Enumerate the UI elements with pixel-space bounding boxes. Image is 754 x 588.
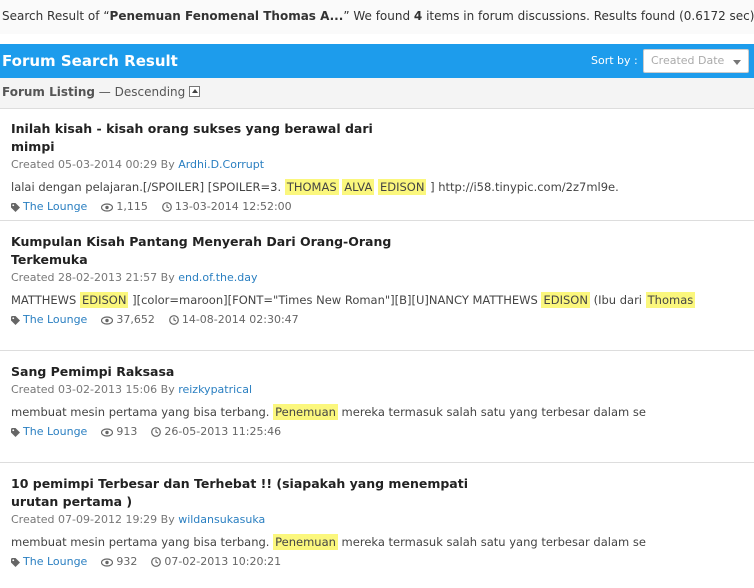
- listing-bar: Forum Listing — Descending: [0, 78, 754, 109]
- result-views: 932: [116, 555, 138, 568]
- snippet-text: MATTHEWS: [11, 293, 80, 307]
- highlight-term: EDISON: [79, 292, 129, 308]
- result-forum-link[interactable]: The Lounge: [23, 424, 87, 440]
- snippet-text: membuat mesin pertama yang bisa terbang.: [11, 405, 274, 419]
- tag-icon: [11, 557, 20, 567]
- result-title[interactable]: 10 pemimpi Terbesar dan Terhebat !! (sia…: [11, 475, 471, 511]
- summary-query: Penemuan Fenomenal Thomas A...: [109, 9, 344, 23]
- result-created: Created 07-09-2012 19:29 By: [11, 513, 179, 526]
- summary-mid: ” We found: [343, 9, 414, 23]
- snippet-text: ] http://i58.tinypic.com/2z7ml9e.: [426, 180, 619, 194]
- result-author[interactable]: reizkypatrical: [178, 383, 252, 396]
- result-last-post: 13-03-2014 12:52:00: [174, 200, 292, 213]
- eye-icon: [101, 557, 114, 567]
- result-created: Created 03-02-2013 15:06 By: [11, 383, 179, 396]
- sort-toggle-button[interactable]: [189, 86, 200, 97]
- result-snippet: MATTHEWS EDISON ][color=maroon][FONT="Ti…: [11, 291, 746, 309]
- eye-icon: [101, 202, 114, 212]
- clock-icon: [168, 315, 179, 325]
- clock-icon: [151, 427, 162, 437]
- result-last-post: 26-05-2013 11:25:46: [164, 425, 282, 438]
- result-author[interactable]: end.of.the.day: [178, 271, 257, 284]
- snippet-text: ][color=maroon][FONT="Times New Roman"][…: [128, 293, 542, 307]
- clock-icon: [151, 557, 162, 567]
- result-author[interactable]: Ardhi.D.Corrupt: [178, 158, 264, 171]
- result-item: 10 pemimpi Terbesar dan Terhebat !! (sia…: [0, 463, 754, 587]
- result-forum-link[interactable]: The Lounge: [23, 554, 87, 570]
- result-created: Created 28-02-2013 21:57 By: [11, 271, 179, 284]
- result-views: 1,115: [116, 200, 148, 213]
- result-snippet: membuat mesin pertama yang bisa terbang.…: [11, 533, 746, 551]
- tag-icon: [11, 427, 20, 437]
- sort-select[interactable]: Created Date: [643, 49, 749, 73]
- result-meta: Created 05-03-2014 00:29 By Ardhi.D.Corr…: [11, 157, 754, 173]
- highlight-term: EDISON: [377, 179, 427, 195]
- snippet-text: membuat mesin pertama yang bisa terbang.: [11, 535, 274, 549]
- tag-icon: [11, 315, 20, 325]
- result-title[interactable]: Kumpulan Kisah Pantang Menyerah Dari Ora…: [11, 233, 411, 269]
- result-item: Inilah kisah - kisah orang sukses yang b…: [0, 109, 754, 221]
- highlight-term: Penemuan: [273, 534, 338, 550]
- result-item: Sang Pemimpi Raksasa Created 03-02-2013 …: [0, 351, 754, 463]
- result-stats: The Lounge 37,652 14-08-2014 02:30:47: [11, 312, 754, 328]
- snippet-text: mereka termasuk salah satu yang terbesar…: [337, 405, 646, 419]
- result-last-post: 14-08-2014 02:30:47: [181, 313, 299, 326]
- summary-prefix: Search Result of “: [2, 9, 110, 23]
- result-meta: Created 03-02-2013 15:06 By reizkypatric…: [11, 382, 754, 398]
- eye-icon: [101, 427, 114, 437]
- summary-suffix: items in forum discussions. Results foun…: [422, 9, 754, 23]
- result-list: Inilah kisah - kisah orang sukses yang b…: [0, 109, 754, 587]
- search-summary: Search Result of “Penemuan Fenomenal Tho…: [0, 0, 754, 34]
- result-item: Kumpulan Kisah Pantang Menyerah Dari Ora…: [0, 221, 754, 351]
- clock-icon: [161, 202, 172, 212]
- highlight-term: ALVA: [342, 179, 375, 195]
- result-author[interactable]: wildansukasuka: [178, 513, 265, 526]
- forum-search-header: Forum Search Result Sort by : Created Da…: [0, 44, 754, 78]
- result-created: Created 05-03-2014 00:29 By: [11, 158, 179, 171]
- result-views: 913: [116, 425, 138, 438]
- eye-icon: [101, 315, 114, 325]
- result-title[interactable]: Sang Pemimpi Raksasa: [11, 363, 411, 381]
- highlight-term: Penemuan: [273, 404, 338, 420]
- snippet-text: mereka termasuk salah satu yang terbesar…: [337, 535, 646, 549]
- highlight-term: EDISON: [541, 292, 590, 308]
- result-meta: Created 28-02-2013 21:57 By end.of.the.d…: [11, 270, 754, 286]
- result-title[interactable]: Inilah kisah - kisah orang sukses yang b…: [11, 120, 411, 156]
- result-stats: The Lounge 913 26-05-2013 11:25:46: [11, 424, 754, 440]
- highlight-term: THOMAS: [284, 179, 339, 195]
- result-snippet: lalai dengan pelajaran.[/SPOILER] [SPOIL…: [11, 178, 746, 196]
- result-stats: The Lounge 1,115 13-03-2014 12:52:00: [11, 199, 754, 215]
- snippet-text: lalai dengan pelajaran.[/SPOILER] [SPOIL…: [11, 180, 285, 194]
- result-meta: Created 07-09-2012 19:29 By wildansukasu…: [11, 512, 754, 528]
- result-last-post: 07-02-2013 10:20:21: [164, 555, 282, 568]
- result-snippet: membuat mesin pertama yang bisa terbang.…: [11, 403, 746, 421]
- highlight-term: Thomas: [645, 292, 696, 308]
- page-title: Forum Search Result: [2, 52, 178, 70]
- result-forum-link[interactable]: The Lounge: [23, 312, 87, 328]
- result-views: 37,652: [116, 313, 155, 326]
- sort-label: Sort by :: [591, 54, 638, 67]
- listing-label: Forum Listing: [2, 85, 95, 99]
- chevron-down-icon: [733, 60, 741, 65]
- snippet-text: (Ibu dari: [589, 293, 646, 307]
- sort-select-value: Created Date: [651, 54, 725, 67]
- result-forum-link[interactable]: The Lounge: [23, 199, 87, 215]
- tag-icon: [11, 202, 20, 212]
- listing-order: — Descending: [94, 85, 186, 99]
- result-stats: The Lounge 932 07-02-2013 10:20:21: [11, 554, 754, 570]
